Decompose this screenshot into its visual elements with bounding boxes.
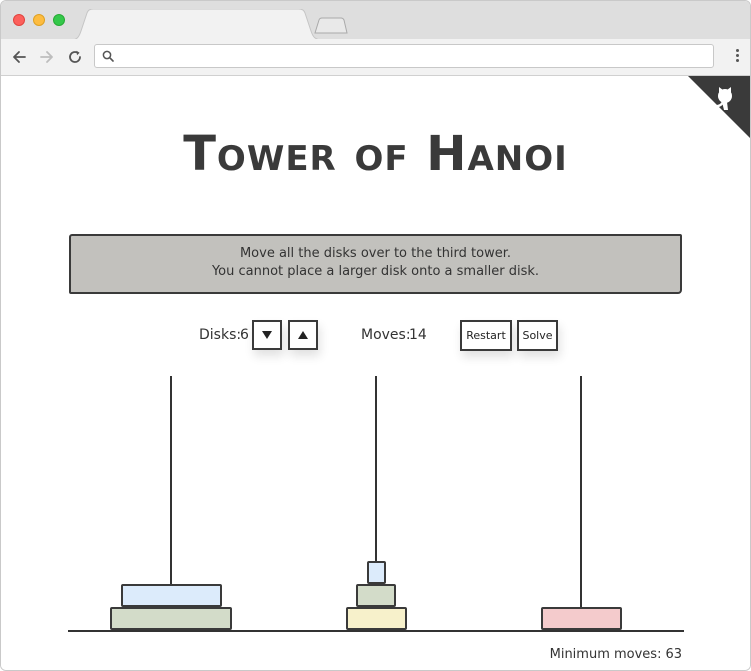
minimum-moves-label: Minimum moves: — [549, 647, 662, 662]
tower-3-pole[interactable] — [580, 376, 582, 630]
menu-dot — [735, 49, 739, 52]
decrease-disks-button[interactable] — [252, 320, 282, 350]
minimize-window-button[interactable] — [33, 14, 45, 26]
arrow-left-icon — [13, 51, 26, 63]
disks-count: 6 — [240, 327, 249, 343]
tower-base — [68, 630, 684, 632]
instructions-line-1: Move all the disks over to the third tow… — [239, 246, 512, 261]
disk-size-2[interactable] — [356, 584, 396, 607]
restart-button[interactable]: Restart — [460, 320, 512, 351]
forward-button[interactable] — [37, 47, 57, 67]
page-content: Tower of Hanoi Move all the disks over t… — [1, 76, 750, 670]
browser-menu-button[interactable] — [734, 49, 740, 65]
disk-size-4[interactable] — [540, 607, 622, 630]
menu-dot — [735, 54, 739, 57]
minimum-moves: Minimum moves: 63 — [546, 647, 682, 662]
close-window-button[interactable] — [13, 14, 25, 26]
solve-button[interactable]: Solve — [517, 320, 558, 351]
disk-size-5[interactable] — [120, 584, 222, 607]
back-button[interactable] — [9, 47, 29, 67]
search-icon — [102, 50, 114, 62]
browser-toolbar — [1, 39, 750, 76]
active-tab[interactable] — [71, 9, 323, 40]
instructions-line-2: You cannot place a larger disk onto a sm… — [211, 264, 540, 279]
page-title: Tower of Hanoi — [183, 126, 568, 182]
controls-bar: Disks: 6 Moves: 14 Restart Solve — [1, 320, 750, 354]
reload-icon — [69, 50, 81, 63]
address-bar[interactable] — [94, 44, 714, 68]
instructions-box: Move all the disks over to the third tow… — [69, 234, 682, 294]
moves-label: Moves: — [361, 327, 411, 343]
browser-window: Tower of Hanoi Move all the disks over t… — [0, 0, 751, 671]
reload-button[interactable] — [65, 47, 85, 67]
address-input[interactable] — [121, 47, 705, 67]
triangle-down-icon — [262, 331, 272, 339]
moves-count: 14 — [409, 327, 427, 343]
disk-size-1[interactable] — [366, 561, 386, 584]
triangle-up-icon — [298, 331, 308, 339]
disks-label: Disks: — [199, 327, 242, 343]
disk-size-3[interactable] — [345, 607, 407, 630]
maximize-window-button[interactable] — [53, 14, 65, 26]
new-tab-button[interactable] — [311, 17, 351, 37]
disk-size-6[interactable] — [110, 607, 232, 630]
menu-dot — [735, 59, 739, 62]
minimum-moves-value: 63 — [665, 647, 682, 662]
increase-disks-button[interactable] — [288, 320, 318, 350]
tab-bar — [1, 1, 750, 40]
arrow-right-icon — [40, 51, 53, 63]
